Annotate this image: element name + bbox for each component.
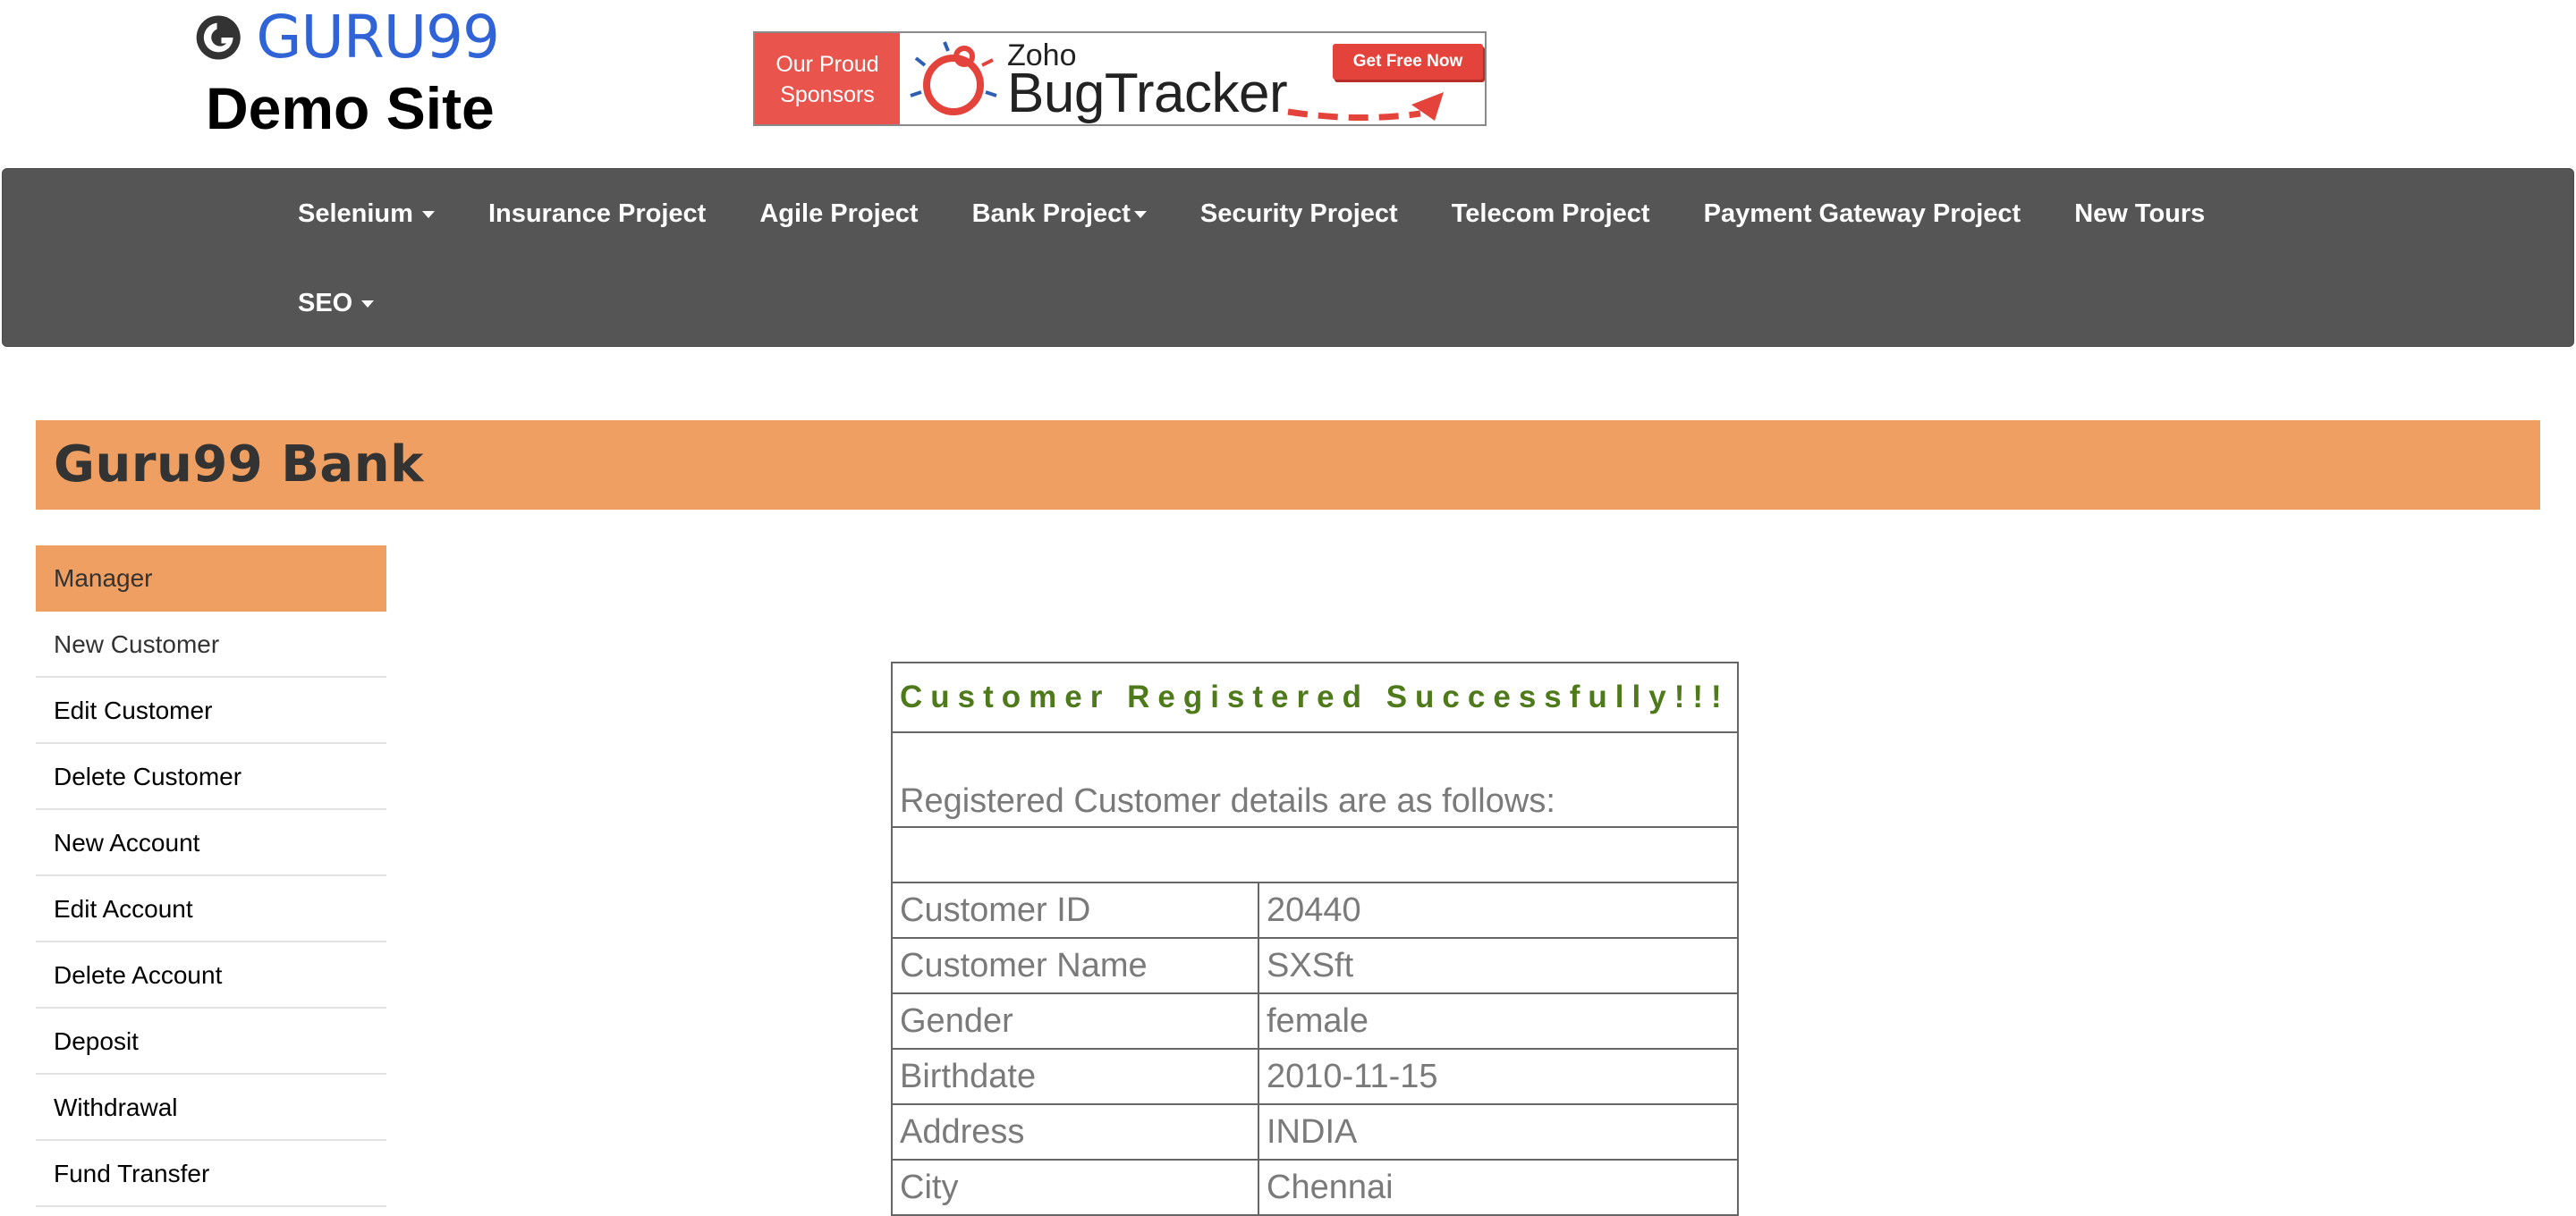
site-logo[interactable]: GURU99 Demo Site xyxy=(195,3,500,141)
nav-agile-project[interactable]: Agile Project xyxy=(733,169,945,258)
field-label: Customer ID xyxy=(891,882,1259,939)
site-name: Demo Site xyxy=(206,75,495,141)
nav-label: New Tours xyxy=(2074,199,2206,228)
dashed-arrow-icon xyxy=(1287,92,1444,122)
empty-cell xyxy=(891,826,1739,883)
caret-down-icon xyxy=(361,300,375,308)
table-row: Customer ID 20440 xyxy=(891,882,1739,939)
nav-insurance-project[interactable]: Insurance Project xyxy=(462,169,733,258)
sidebar-item-delete-customer[interactable]: Delete Customer xyxy=(36,744,386,810)
field-value: Chennai xyxy=(1258,1159,1739,1216)
sidebar-item-manager[interactable]: Manager xyxy=(36,545,386,612)
field-value: 2010-11-15 xyxy=(1258,1048,1739,1105)
nav-label: Payment Gateway Project xyxy=(1703,199,2021,228)
nav-label: Telecom Project xyxy=(1451,199,1650,228)
bank-title-bar: Guru99 Bank xyxy=(36,420,2540,510)
nav-new-tours[interactable]: New Tours xyxy=(2047,169,2232,258)
get-free-now-button[interactable]: Get Free Now xyxy=(1333,44,1483,80)
field-label: Address xyxy=(891,1103,1259,1161)
field-value: 20440 xyxy=(1258,882,1739,939)
nav-label: SEO xyxy=(298,289,353,317)
logo-text: GURU99 xyxy=(256,3,500,72)
field-value: female xyxy=(1258,992,1739,1050)
table-row: Address INDIA xyxy=(891,1103,1739,1161)
table-row: Customer Name SXSft xyxy=(891,937,1739,994)
details-intro: Registered Customer details are as follo… xyxy=(891,731,1739,828)
banner-product: BugTracker xyxy=(1007,63,1288,124)
navbar-row: Selenium Insurance Project Agile Project… xyxy=(296,169,2232,258)
table-row: Registered Customer details are as follo… xyxy=(891,731,1739,828)
sidebar-item-edit-customer[interactable]: Edit Customer xyxy=(36,678,386,744)
main-navbar: Selenium Insurance Project Agile Project… xyxy=(2,168,2574,347)
guru99-logo-icon xyxy=(196,15,241,60)
success-heading: Customer Registered Successfully!!! xyxy=(891,662,1739,733)
navbar-row: SEO xyxy=(296,258,401,348)
nav-label: Selenium xyxy=(298,199,413,228)
nav-label: Agile Project xyxy=(759,199,919,228)
page-title: Guru99 Bank xyxy=(54,435,424,494)
table-row: City Chennai xyxy=(891,1159,1739,1216)
bug-icon xyxy=(910,41,997,115)
nav-label: Security Project xyxy=(1199,199,1398,228)
field-label: Birthdate xyxy=(891,1048,1259,1105)
sidebar-menu: Manager New Customer Edit Customer Delet… xyxy=(36,545,386,1207)
sidebar-item-deposit[interactable]: Deposit xyxy=(36,1009,386,1075)
nav-security-project[interactable]: Security Project xyxy=(1174,169,1425,258)
field-value: INDIA xyxy=(1258,1103,1739,1161)
field-label: Customer Name xyxy=(891,937,1259,994)
sponsor-label-line2: Sponsors xyxy=(780,82,875,107)
table-row xyxy=(891,826,1739,883)
sponsor-label-line1: Our Proud xyxy=(775,52,879,77)
caret-down-icon xyxy=(1133,211,1147,219)
table-row: Customer Registered Successfully!!! xyxy=(891,662,1739,733)
caret-down-icon xyxy=(421,211,435,219)
nav-payment-gateway-project[interactable]: Payment Gateway Project xyxy=(1677,169,2048,258)
nav-label: Insurance Project xyxy=(487,199,707,228)
nav-bank-project[interactable]: Bank Project xyxy=(945,169,1174,258)
sidebar-item-fund-transfer[interactable]: Fund Transfer xyxy=(36,1141,386,1207)
sidebar-item-edit-account[interactable]: Edit Account xyxy=(36,876,386,942)
table-row: Gender female xyxy=(891,992,1739,1050)
sidebar-item-new-customer[interactable]: New Customer xyxy=(36,612,386,678)
field-label: City xyxy=(891,1159,1259,1216)
sponsor-banner[interactable]: Our Proud Sponsors Zoho BugTracker Get F… xyxy=(753,31,1487,126)
sidebar-item-delete-account[interactable]: Delete Account xyxy=(36,942,386,1009)
field-value: SXSft xyxy=(1258,937,1739,994)
nav-seo[interactable]: SEO xyxy=(296,258,401,348)
nav-selenium[interactable]: Selenium xyxy=(296,169,462,258)
sponsor-label: Our Proud Sponsors xyxy=(755,33,900,124)
customer-details-table: Customer Registered Successfully!!! Regi… xyxy=(891,662,1739,1216)
nav-telecom-project[interactable]: Telecom Project xyxy=(1425,169,1677,258)
nav-label: Bank Project xyxy=(971,199,1131,228)
table-row: Birthdate 2010-11-15 xyxy=(891,1048,1739,1105)
field-label: Gender xyxy=(891,992,1259,1050)
sidebar-item-withdrawal[interactable]: Withdrawal xyxy=(36,1075,386,1141)
sidebar-item-new-account[interactable]: New Account xyxy=(36,810,386,876)
